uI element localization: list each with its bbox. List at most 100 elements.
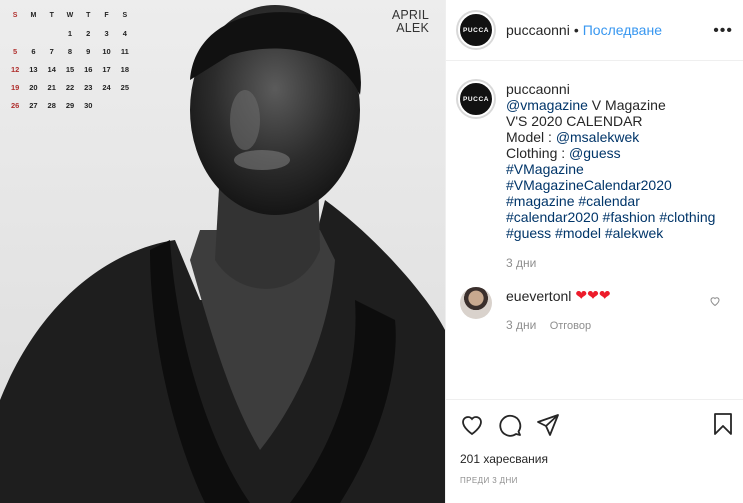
commenter-username[interactable]: euevertonl	[506, 288, 571, 304]
caption-link[interactable]: @msalekwek	[556, 129, 639, 145]
calendar-day: 13	[29, 64, 38, 74]
calendar-week: 1 2 3 4	[6, 24, 134, 42]
calendar-day: 20	[29, 82, 38, 92]
calendar-weekdays: S M T W T F S	[6, 6, 134, 24]
weekday: T	[86, 11, 91, 19]
bookmark-icon[interactable]	[712, 412, 734, 436]
calendar-day: 14	[47, 64, 56, 74]
reply-button[interactable]: Отговор	[550, 320, 591, 332]
calendar-day: 22	[65, 82, 75, 92]
caption-line: #magazine #calendar	[506, 193, 731, 209]
comment-hearts: ❤❤❤	[575, 287, 611, 303]
calendar-week: 5 6 7 8 9 10 11	[6, 42, 134, 60]
post-image[interactable]: S M T W T F S 1 2 3 4 5 6 7 8 9 10 11 12 13 14 15 16 17 1…	[0, 0, 445, 503]
username-link[interactable]: puccaonni	[506, 22, 570, 38]
calendar-day: 12	[10, 64, 20, 74]
follow-button[interactable]: Последване	[583, 22, 662, 38]
caption-text-span: V Magazine	[587, 97, 666, 113]
weekday: T	[49, 11, 54, 19]
calendar-week: 19 20 21 22 23 24 25	[6, 78, 134, 96]
post-actions: 201 харесвания ПРЕДИ 3 ДНИ	[446, 399, 743, 485]
caption-link[interactable]: #guess	[506, 225, 551, 241]
caption-line: #VMagazine	[506, 161, 731, 177]
caption-line: Clothing : @guess	[506, 145, 731, 161]
caption-time[interactable]: 3 дни	[506, 255, 731, 271]
caption-link[interactable]: #alekwek	[605, 225, 663, 241]
calendar-day: 17	[102, 64, 111, 74]
calendar-day: 8	[67, 46, 73, 56]
caption-link[interactable]: @guess	[569, 145, 621, 161]
avatar[interactable]: PUCCA	[458, 12, 494, 48]
calendar-day: 27	[29, 100, 38, 110]
calendar-day: 18	[120, 64, 129, 74]
caption-line: Model : @msalekwek	[506, 129, 731, 145]
calendar-day: 10	[102, 46, 111, 56]
caption: PUCCA puccaonni @vmagazine V Magazine V'S…	[446, 61, 743, 271]
calendar-day: 9	[86, 46, 91, 56]
caption-link[interactable]: #VMagazineCalendar2020	[506, 177, 672, 193]
calendar-day: 28	[47, 100, 56, 110]
calendar-day: 25	[120, 82, 129, 92]
weekday: F	[104, 11, 109, 19]
calendar-week: 26 27 28 29 30	[6, 96, 134, 114]
calendar-week: 12 13 14 15 16 17 18	[6, 60, 134, 78]
weekday: M	[30, 11, 37, 19]
calendar-day: 16	[84, 64, 93, 74]
caption-link[interactable]: @vmagazine	[506, 97, 588, 113]
comment-icon[interactable]	[498, 413, 522, 437]
caption-text-span: V'S 2020 CALENDAR	[506, 113, 643, 129]
caption-line: #calendar2020 #fashion #clothing	[506, 209, 731, 225]
caption-text-span: Clothing :	[506, 145, 570, 161]
share-icon[interactable]	[536, 413, 560, 437]
calendar-day: 29	[65, 100, 75, 110]
heart-outline-icon[interactable]	[460, 413, 484, 437]
separator-dot: •	[573, 22, 579, 38]
calendar-day: 3	[104, 28, 109, 38]
calendar-day: 26	[10, 100, 20, 110]
calendar-day: 23	[84, 82, 93, 92]
calendar: S M T W T F S 1 2 3 4 5 6 7 8 9 10 11 12 13 14 15 16 17 1…	[6, 6, 134, 114]
calendar-day: 11	[120, 46, 129, 56]
caption-link[interactable]: #calendar2020	[506, 209, 599, 225]
calendar-day: 2	[86, 28, 91, 38]
caption-link[interactable]: #magazine	[506, 193, 575, 209]
post-header: PUCCA puccaonni • Последване •••	[446, 0, 743, 61]
calendar-day: 7	[49, 46, 54, 56]
comment-time[interactable]: 3 дни	[506, 318, 536, 332]
weekday: S	[12, 11, 18, 19]
caption-line: #VMagazineCalendar2020	[506, 177, 731, 193]
weekday: W	[66, 11, 74, 19]
post-timestamp[interactable]: ПРЕДИ 3 ДНИ	[460, 476, 730, 485]
model-name: ALEK	[396, 21, 429, 35]
calendar-day: 15	[65, 64, 75, 74]
caption-username[interactable]: puccaonni	[506, 81, 570, 97]
calendar-day: 24	[102, 82, 111, 92]
caption-link[interactable]: #calendar	[578, 193, 640, 209]
post-view: S M T W T F S 1 2 3 4 5 6 7 8 9 10 11 12 13 14 15 16 17 1…	[0, 0, 743, 503]
calendar-day: 6	[31, 46, 36, 56]
caption-text-span: Model :	[506, 129, 556, 145]
comment: euevertonl ❤❤❤ 3 дни Отговор	[446, 271, 743, 332]
calendar-day: 1	[67, 28, 73, 38]
calendar-day: 21	[47, 82, 56, 92]
comment-body: euevertonl ❤❤❤ 3 дни Отговор	[506, 287, 611, 332]
calendar-day: 5	[13, 46, 18, 56]
calendar-day: 4	[122, 28, 127, 38]
likes-count[interactable]: 201 харесвания	[460, 452, 730, 466]
caption-link[interactable]: #clothing	[659, 209, 715, 225]
calendar-day: 19	[10, 82, 20, 92]
weekday: S	[122, 11, 128, 19]
caption-line: puccaonni @vmagazine V Magazine	[506, 81, 731, 113]
calendar-day: 30	[84, 100, 93, 110]
calendar-month-label: APRIL ALEK	[392, 9, 429, 35]
caption-link[interactable]: #VMagazine	[506, 161, 584, 177]
caption-link[interactable]: #model	[555, 225, 601, 241]
caption-link[interactable]: #fashion	[603, 209, 656, 225]
caption-text: puccaonni @vmagazine V Magazine V'S 2020 …	[506, 81, 731, 271]
caption-avatar[interactable]: PUCCA	[458, 81, 494, 117]
caption-line: V'S 2020 CALENDAR	[506, 113, 731, 129]
comment-like-icon[interactable]	[709, 295, 721, 307]
more-options-icon[interactable]: •••	[713, 22, 733, 40]
caption-line: #guess #model #alekwek	[506, 225, 731, 241]
commenter-avatar[interactable]	[460, 287, 492, 319]
